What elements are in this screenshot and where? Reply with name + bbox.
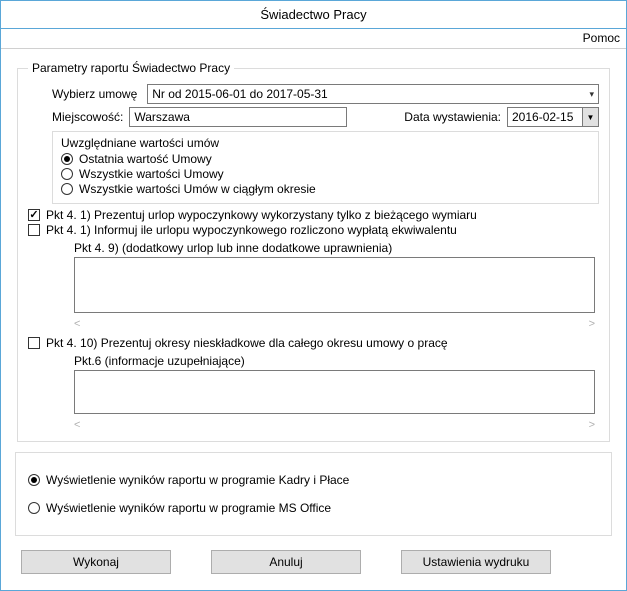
content-area: Parametry raportu Świadectwo Pracy Wybie… [1,49,626,590]
pkt6-textarea[interactable] [74,370,595,414]
check-pkt4-1a[interactable]: Pkt 4. 1) Prezentuj urlop wypoczynkowy w… [28,208,599,222]
date-label: Data wystawienia: [404,110,501,124]
date-input-wrap: ▼ [507,107,599,127]
radio-continuous-values[interactable]: Wszystkie wartości Umów w ciągłym okresi… [61,182,590,196]
check-label: Pkt 4. 1) Informuj ile urlopu wypoczynko… [46,223,457,237]
checkbox-icon [28,209,40,221]
chevron-down-icon: ▾ [589,89,594,100]
place-input[interactable] [129,107,347,127]
output-group: Wyświetlenie wyników raportu w programie… [15,452,612,536]
buttons-row: Wykonaj Anuluj Ustawienia wydruku [15,550,612,574]
pkt6-hscroll: < > [74,419,595,431]
check-label: Pkt 4. 1) Prezentuj urlop wypoczynkowy w… [46,208,477,222]
radio-icon [28,474,40,486]
check-pkt4-1b[interactable]: Pkt 4. 1) Informuj ile urlopu wypoczynko… [28,223,599,237]
pkt4-9-hscroll: < > [74,318,595,330]
report-params-legend: Parametry raportu Świadectwo Pracy [28,61,234,75]
contract-label: Wybierz umowę [52,87,137,101]
date-dropdown-button[interactable]: ▼ [582,108,598,126]
radio-icon [28,502,40,514]
radio-label: Wyświetlenie wyników raportu w programie… [46,501,331,515]
radio-label: Wszystkie wartości Umowy [79,167,224,181]
check-pkt4-10[interactable]: Pkt 4. 10) Prezentuj okresy nieskładkowe… [28,336,599,350]
pkt4-9-textarea[interactable] [74,257,595,313]
scroll-right-icon[interactable]: > [589,318,595,330]
scroll-left-icon[interactable]: < [74,419,80,431]
contract-values-title: Uwzględniane wartości umów [61,136,590,150]
date-input[interactable] [508,108,582,126]
radio-output-kadry[interactable]: Wyświetlenie wyników raportu w programie… [28,473,599,487]
radio-label: Wszystkie wartości Umów w ciągłym okresi… [79,182,316,196]
scroll-right-icon[interactable]: > [589,419,595,431]
radio-all-values[interactable]: Wszystkie wartości Umowy [61,167,590,181]
check-label: Pkt 4. 10) Prezentuj okresy nieskładkowe… [46,336,448,350]
app-window: Świadectwo Pracy Pomoc Parametry raportu… [0,0,627,591]
radio-output-msoffice[interactable]: Wyświetlenie wyników raportu w programie… [28,501,599,515]
pkt4-9-label: Pkt 4. 9) (dodatkowy urlop lub inne doda… [74,241,599,255]
radio-label: Wyświetlenie wyników raportu w programie… [46,473,349,487]
scroll-left-icon[interactable]: < [74,318,80,330]
titlebar: Świadectwo Pracy [1,1,626,29]
contract-select[interactable]: Nr od 2015-06-01 do 2017-05-31 ▾ [147,84,599,104]
radio-icon [61,153,73,165]
cancel-button[interactable]: Anuluj [211,550,361,574]
checkbox-icon [28,337,40,349]
help-link[interactable]: Pomoc [583,31,620,48]
radio-icon [61,183,73,195]
pkt6-label: Pkt.6 (informacje uzupełniające) [74,354,599,368]
contract-values-group: Uwzględniane wartości umów Ostatnia wart… [52,131,599,204]
contract-select-value: Nr od 2015-06-01 do 2017-05-31 [152,87,327,101]
radio-last-value[interactable]: Ostatnia wartość Umowy [61,152,590,166]
execute-button[interactable]: Wykonaj [21,550,171,574]
radio-icon [61,168,73,180]
place-label: Miejscowość: [52,110,123,124]
print-settings-button[interactable]: Ustawienia wydruku [401,550,551,574]
radio-label: Ostatnia wartość Umowy [79,152,212,166]
checkbox-icon [28,224,40,236]
report-params-group: Parametry raportu Świadectwo Pracy Wybie… [17,61,610,442]
help-bar: Pomoc [1,29,626,49]
window-title: Świadectwo Pracy [260,7,366,22]
